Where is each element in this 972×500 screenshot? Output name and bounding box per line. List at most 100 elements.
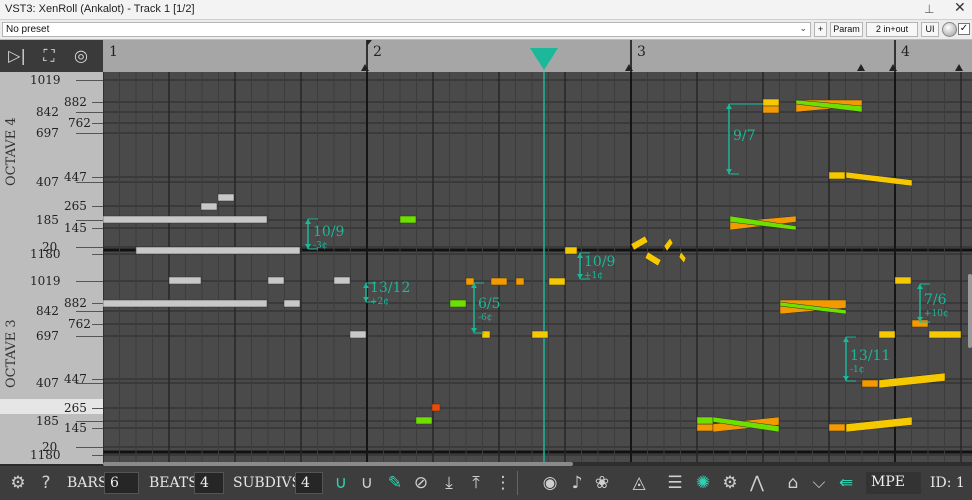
interval-ratio: 9/7 — [733, 128, 756, 144]
arrow-split-icon[interactable]: ⇚ — [835, 472, 857, 494]
note[interactable] — [103, 215, 268, 224]
ui-button[interactable]: UI — [921, 22, 939, 37]
interval-arrow — [726, 104, 732, 109]
pitch-label: 185 — [36, 213, 59, 227]
microphone-icon[interactable]: ♪ — [566, 472, 588, 494]
pitch-label: 697 — [36, 329, 59, 343]
bypass-checkbox[interactable]: ✓ — [958, 23, 970, 35]
note[interactable] — [103, 299, 268, 308]
note[interactable] — [696, 423, 714, 432]
record-icon[interactable]: ◉ — [539, 472, 561, 494]
beat-marker — [955, 64, 963, 71]
chord-icon[interactable]: ⌂ — [782, 472, 804, 494]
no-bend-icon[interactable]: ⊘ — [410, 472, 432, 494]
key-tick — [76, 112, 103, 113]
waveform-icon[interactable]: ⋀ — [746, 472, 768, 494]
vertical-scrollbar[interactable] — [968, 274, 972, 348]
note[interactable] — [894, 276, 912, 285]
help-icon[interactable]: ? — [35, 472, 57, 494]
bar-number: 3 — [637, 44, 646, 60]
key-tick — [76, 311, 103, 312]
preset-value: No preset — [6, 24, 50, 35]
subdivs-input[interactable]: 4 — [295, 472, 323, 494]
note[interactable] — [696, 416, 714, 425]
upload-icon[interactable]: ⤒ — [465, 472, 487, 494]
close-icon[interactable]: ✕ — [954, 0, 966, 16]
note[interactable] — [490, 277, 508, 286]
download-icon[interactable]: ⤓ — [438, 472, 460, 494]
note[interactable] — [548, 277, 566, 286]
note[interactable] — [168, 276, 202, 285]
settings-gear-icon[interactable]: ⚙ — [7, 472, 29, 494]
note[interactable] — [217, 193, 235, 202]
note[interactable] — [449, 299, 467, 308]
interval-annotation: 6/5-6¢ — [471, 282, 501, 334]
io-button[interactable]: 2 in+out — [866, 22, 918, 37]
triangle-circle-icon[interactable]: ◬ — [628, 472, 650, 494]
flower-icon[interactable]: ❀ — [591, 472, 613, 494]
note[interactable] — [762, 98, 780, 107]
pin-icon[interactable]: ⊥ — [924, 2, 934, 16]
brain-icon[interactable]: ✺ — [692, 472, 714, 494]
gear-icon[interactable]: ⚙ — [719, 472, 741, 494]
note[interactable] — [415, 416, 433, 425]
note[interactable] — [762, 105, 780, 114]
magnet-pitch-icon[interactable]: ∪ — [356, 472, 378, 494]
more-icon[interactable]: ⋮ — [492, 472, 514, 494]
note[interactable] — [200, 202, 218, 211]
mode-select[interactable]: MPE ⌄ — [866, 472, 921, 500]
note[interactable] — [564, 246, 578, 255]
note[interactable] — [928, 330, 962, 339]
beats-label: BEATS — [149, 475, 198, 491]
pitch-label: 1180 — [30, 247, 61, 261]
note[interactable] — [431, 403, 441, 412]
note[interactable] — [861, 379, 879, 388]
pitch-bend-note[interactable] — [630, 235, 649, 251]
note[interactable] — [828, 171, 846, 180]
key-tick — [76, 182, 103, 183]
list-icon[interactable]: ☰ — [664, 472, 686, 494]
preset-select[interactable]: No preset ⌄ — [2, 22, 811, 37]
xenroll-window: VST3: XenRoll (Ankalot) - Track 1 [1/2] … — [0, 0, 972, 500]
note[interactable] — [481, 330, 491, 339]
note[interactable] — [465, 277, 475, 286]
magnet-snap-icon[interactable]: ∪ — [330, 472, 352, 494]
interval-ratio: 13/11 — [850, 348, 890, 364]
chevron-circle-icon[interactable]: ⌵ — [808, 472, 830, 494]
select-focus-icon[interactable]: ⛶ — [38, 45, 60, 67]
note[interactable] — [878, 330, 896, 339]
note[interactable] — [283, 299, 301, 308]
interval-ratio: 10/9 — [313, 224, 344, 240]
play-from-cursor-icon[interactable]: ▷| — [6, 45, 28, 67]
add-preset-button[interactable]: + — [814, 22, 827, 37]
note[interactable] — [349, 330, 367, 339]
wet-knob[interactable] — [942, 22, 957, 37]
interval-cents: +10¢ — [924, 309, 949, 319]
octave-label: OCTAVE 4 — [4, 117, 19, 186]
note[interactable] — [828, 423, 846, 432]
note[interactable] — [333, 276, 351, 285]
note-grid-svg[interactable]: 10/9-3¢13/12+2¢ 6/5-6¢10/9+1¢9/77/6+10¢13… — [103, 72, 972, 464]
key-tick — [92, 428, 103, 429]
interval-ratio: 7/6 — [924, 292, 947, 308]
note[interactable] — [531, 330, 549, 339]
bars-input[interactable]: 6 — [104, 472, 139, 494]
interval-arrow — [363, 283, 369, 288]
beats-input[interactable]: 4 — [194, 472, 224, 494]
subdivs-label: SUBDIVS — [233, 475, 302, 491]
param-button[interactable]: Param — [830, 22, 863, 37]
playhead-handle[interactable] — [530, 48, 558, 70]
interval-cents: +1¢ — [584, 271, 603, 281]
bar-number: 1 — [109, 44, 118, 60]
note[interactable] — [515, 277, 525, 286]
key-tick — [92, 408, 103, 409]
pencil-icon[interactable]: ✎ — [384, 472, 406, 494]
loop-start-marker[interactable] — [367, 40, 372, 46]
mode-value: MPE — [871, 474, 905, 490]
note[interactable] — [399, 215, 417, 224]
note-grid[interactable]: 10/9 -3¢ 13/12 +2¢ 6/5 -6¢ 10/9 +1¢ 9/7 7/6 +10¢ 13… — [103, 72, 972, 464]
zoom-fit-icon[interactable]: ◎ — [70, 45, 92, 67]
note[interactable] — [135, 246, 301, 255]
bar-number: 2 — [373, 44, 382, 60]
note[interactable] — [267, 276, 285, 285]
